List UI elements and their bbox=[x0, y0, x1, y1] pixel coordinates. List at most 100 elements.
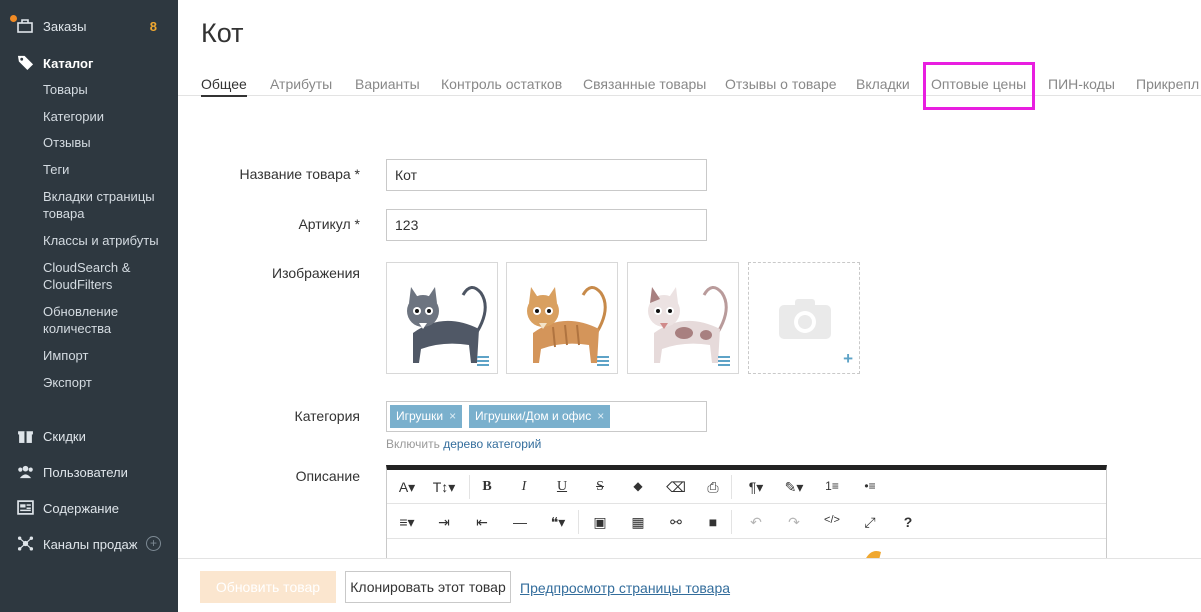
sidebar-subitem-tags[interactable]: Теги bbox=[43, 161, 168, 178]
sidebar-subitem-categories[interactable]: Категории bbox=[43, 108, 168, 125]
category-hint-text: Включить bbox=[386, 437, 440, 451]
fullscreen-button[interactable]: ⤢ bbox=[856, 514, 884, 531]
sidebar-subitem-reviews[interactable]: Отзывы bbox=[43, 134, 168, 151]
sidebar-item-label: Заказы bbox=[43, 19, 87, 34]
sidebar-item-discounts[interactable]: Скидки bbox=[0, 427, 178, 447]
product-image-3[interactable] bbox=[627, 262, 739, 374]
add-image-button[interactable]: + bbox=[748, 262, 860, 374]
page-title: Кот bbox=[201, 18, 244, 48]
category-chip-label: Игрушки bbox=[396, 409, 444, 423]
link-button[interactable]: ⚯ bbox=[662, 514, 690, 531]
redo-button[interactable]: ↷ bbox=[780, 514, 808, 531]
description-editor[interactable]: A▾ T↕▾ B I U S ◆ ⌫ ⎙ ¶▾ ✎▾ 1≡ •≡ ≡▾ ⇥ ⇤ … bbox=[386, 465, 1107, 565]
tab-variants[interactable]: Варианты bbox=[355, 76, 420, 92]
category-chip: Игрушки/Дом и офис × bbox=[469, 405, 611, 428]
sidebar-subitem-export[interactable]: Экспорт bbox=[43, 374, 168, 391]
sidebar-item-orders[interactable]: Заказы 8 bbox=[0, 15, 178, 37]
sidebar-subitem-classes[interactable]: Классы и атрибуты bbox=[43, 232, 168, 249]
undo-button[interactable]: ↶ bbox=[742, 514, 770, 531]
paragraph-button[interactable]: ¶▾ bbox=[742, 479, 770, 496]
sidebar-item-label: Каталог bbox=[43, 56, 94, 71]
table-button[interactable]: ▦ bbox=[624, 514, 652, 531]
product-image-1[interactable] bbox=[386, 262, 498, 374]
camera-icon bbox=[779, 299, 831, 339]
sidebar-item-label: Каналы продаж bbox=[43, 537, 138, 552]
strikethrough-button[interactable]: S bbox=[586, 479, 614, 495]
preview-page-link[interactable]: Предпросмотр страницы товара bbox=[520, 580, 730, 596]
cat-image-calico bbox=[648, 286, 728, 363]
bold-button[interactable]: B bbox=[473, 479, 501, 495]
highlight-box bbox=[923, 62, 1035, 110]
help-button[interactable]: ? bbox=[894, 514, 922, 530]
category-chip: Игрушки × bbox=[390, 405, 463, 428]
image-button[interactable]: ▣ bbox=[586, 514, 614, 531]
underline-button[interactable]: U bbox=[548, 479, 576, 495]
category-tree-link[interactable]: дерево категорий bbox=[443, 437, 541, 451]
remove-chip-icon[interactable]: × bbox=[449, 409, 456, 423]
code-view-button[interactable]: </> bbox=[818, 514, 846, 526]
tab-tabs[interactable]: Вкладки bbox=[856, 76, 910, 92]
gift-icon bbox=[18, 431, 33, 443]
update-product-button[interactable]: Обновить товар bbox=[200, 571, 336, 603]
clear-format-button[interactable]: ⌫ bbox=[662, 479, 690, 496]
image-menu-icon[interactable] bbox=[718, 356, 730, 366]
category-chip-label: Игрушки/Дом и офис bbox=[475, 409, 592, 423]
toolbar-divider bbox=[731, 475, 732, 499]
quote-button[interactable]: ❝▾ bbox=[544, 514, 572, 531]
indent-button[interactable]: ⇥ bbox=[430, 514, 458, 531]
tag-icon bbox=[17, 55, 34, 71]
tab-product-reviews[interactable]: Отзывы о товаре bbox=[725, 76, 837, 92]
magic-button[interactable]: ✎▾ bbox=[780, 479, 808, 496]
tab-stock-control[interactable]: Контроль остатков bbox=[441, 76, 562, 92]
image-menu-icon[interactable] bbox=[477, 356, 489, 366]
action-footer: Обновить товар Клонировать этот товар Пр… bbox=[178, 558, 1201, 612]
toolbar-divider bbox=[731, 510, 732, 534]
toolbar-divider bbox=[578, 510, 579, 534]
clone-product-button[interactable]: Клонировать этот товар bbox=[345, 571, 511, 603]
font-family-button[interactable]: A▾ bbox=[393, 479, 421, 496]
sidebar-subitem-products[interactable]: Товары bbox=[43, 81, 168, 98]
sidebar-item-label: Пользователи bbox=[43, 465, 128, 480]
sku-label: Артикул * bbox=[298, 216, 360, 232]
tab-pin-codes[interactable]: ПИН-коды bbox=[1048, 76, 1115, 92]
product-image-2[interactable] bbox=[506, 262, 618, 374]
product-name-input[interactable] bbox=[386, 159, 707, 191]
sidebar-item-catalog[interactable]: Каталог bbox=[0, 54, 178, 74]
unordered-list-button[interactable]: •≡ bbox=[856, 479, 884, 493]
print-button[interactable]: ⎙ bbox=[699, 479, 727, 496]
editor-toolbar-row-1: A▾ T↕▾ B I U S ◆ ⌫ ⎙ ¶▾ ✎▾ 1≡ •≡ bbox=[387, 470, 1106, 504]
tab-attributes[interactable]: Атрибуты bbox=[270, 76, 332, 92]
sidebar-subitem-import[interactable]: Импорт bbox=[43, 347, 168, 364]
video-button[interactable]: ■ bbox=[699, 514, 727, 530]
sidebar-subitem-quantity-update[interactable]: Обновление количества bbox=[43, 303, 168, 337]
sidebar-subitem-product-tabs[interactable]: Вкладки страницы товара bbox=[43, 188, 168, 222]
remove-chip-icon[interactable]: × bbox=[597, 409, 604, 423]
add-channel-button[interactable]: + bbox=[146, 536, 161, 551]
sidebar-item-sales-channels[interactable]: Каналы продаж + bbox=[0, 535, 178, 555]
add-icon: + bbox=[843, 349, 853, 368]
text-color-button[interactable]: ◆ bbox=[624, 479, 652, 493]
tab-general[interactable]: Общее bbox=[201, 76, 247, 97]
tab-attachments[interactable]: Прикрепл bbox=[1136, 76, 1199, 92]
align-button[interactable]: ≡▾ bbox=[393, 514, 421, 531]
italic-button[interactable]: I bbox=[510, 479, 538, 495]
category-label: Категория bbox=[294, 408, 360, 424]
sidebar-item-content[interactable]: Содержание bbox=[0, 499, 178, 519]
sku-input[interactable] bbox=[386, 209, 707, 241]
sidebar-item-users[interactable]: Пользователи bbox=[0, 463, 178, 483]
users-icon bbox=[18, 465, 33, 479]
sidebar-subitem-cloudsearch[interactable]: CloudSearch & CloudFilters bbox=[43, 259, 168, 293]
tab-related-products[interactable]: Связанные товары bbox=[583, 76, 706, 92]
description-label: Описание bbox=[295, 468, 360, 484]
font-size-button[interactable]: T↕▾ bbox=[430, 479, 458, 496]
category-selector[interactable]: Игрушки × Игрушки/Дом и офис × bbox=[386, 401, 707, 432]
images-label: Изображения bbox=[272, 265, 360, 281]
horizontal-rule-button[interactable]: — bbox=[506, 514, 534, 530]
image-menu-icon[interactable] bbox=[597, 356, 609, 366]
notification-dot bbox=[10, 15, 17, 22]
cat-image-gray bbox=[407, 286, 487, 363]
outdent-button[interactable]: ⇤ bbox=[468, 514, 496, 531]
ordered-list-button[interactable]: 1≡ bbox=[818, 479, 846, 493]
cat-image-orange bbox=[527, 286, 607, 363]
sidebar-item-label: Содержание bbox=[43, 501, 119, 516]
